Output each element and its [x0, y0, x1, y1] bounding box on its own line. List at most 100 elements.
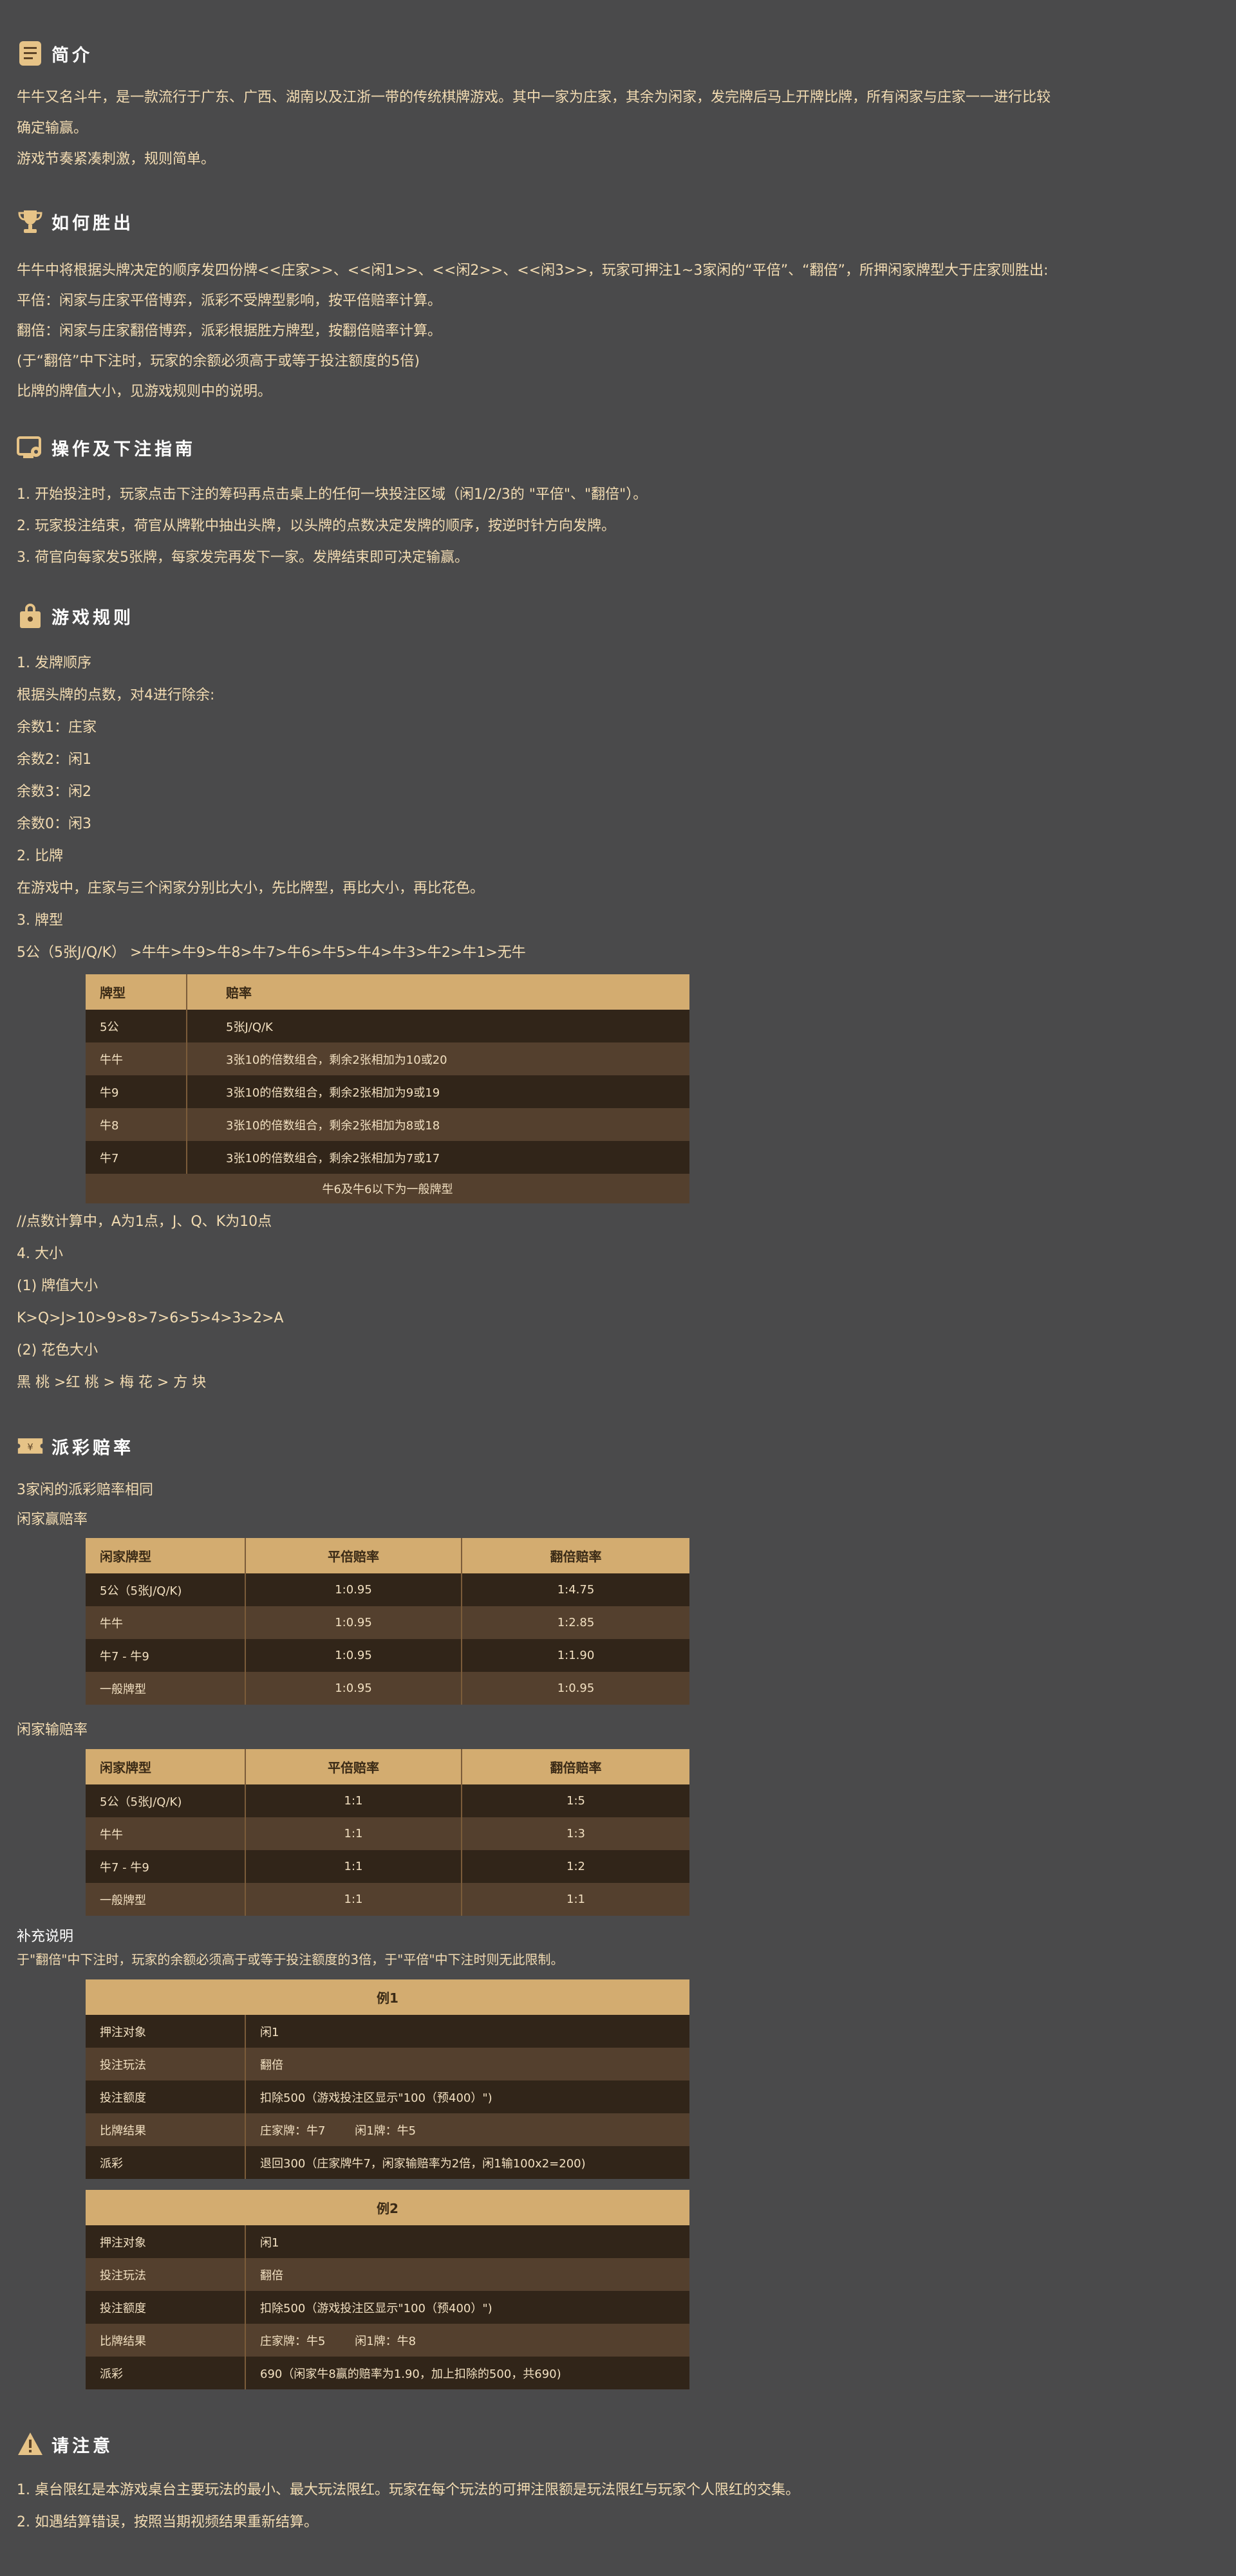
- table-row: 投注额度 扣除500（游戏投注区显示"100（预400）"): [86, 2080, 689, 2113]
- table-row: 比牌结果 庄家牌：牛5 闲1牌：牛8: [86, 2324, 689, 2357]
- howto-win-line: 比牌的牌值大小，见游戏规则中的说明。: [17, 384, 272, 400]
- rules-section: 游戏规则 1. 发牌顺序 根据头牌的点数，对4进行除余: 余数1：庄家 余数2：…: [17, 600, 1219, 969]
- table-cell: 扣除500（游戏投注区显示"100（预400）"): [245, 2080, 689, 2113]
- example-title: 例1: [86, 1979, 689, 2015]
- howto-win-line: 翻倍：闲家与庄家翻倍博弈，派彩根据胜方牌型，按翻倍赔率计算。: [17, 323, 442, 339]
- table-cell: 派彩: [86, 2146, 246, 2179]
- howto-win-section: 如何胜出 牛牛中将根据头牌决定的顺序发四份牌<<庄家>>、<<闲1>>、<<闲2…: [17, 205, 1219, 407]
- lose-odds-table: 闲家牌型 平倍赔率 翻倍赔率 5公（5张J/Q/K) 1:1 1:5 牛牛 1:…: [86, 1749, 689, 1916]
- table-cell: 庄家牌：牛7 闲1牌：牛5: [245, 2113, 689, 2146]
- document-icon: [17, 40, 44, 67]
- table-header: 闲家牌型: [86, 1538, 246, 1573]
- settings-screen-icon: [17, 434, 44, 461]
- table-cell: 牛牛: [86, 1606, 246, 1639]
- rules-line: 余数2：闲1: [17, 752, 91, 768]
- guide-title: 操作及下注指南: [52, 439, 196, 459]
- intro-line: 游戏节奏紧凑刺激，规则简单。: [17, 151, 216, 167]
- table-cell: 1:0.95: [462, 1672, 689, 1705]
- table-cell: 投注玩法: [86, 2258, 246, 2291]
- table-cell: 派彩: [86, 2357, 246, 2389]
- table-row: 押注对象 闲1: [86, 2225, 689, 2258]
- table-row: 一般牌型 1:1 1:1: [86, 1883, 689, 1916]
- table-cell: 5公（5张J/Q/K): [86, 1784, 246, 1817]
- hand-type-table: 牌型 赔率 5公 5张J/Q/K 牛牛 3张10的倍数组合，剩余2张相加为10或…: [86, 974, 689, 1203]
- rules-line: (1) 牌值大小: [17, 1278, 98, 1294]
- intro-line: 确定输赢。: [17, 120, 88, 136]
- rules-line: 黑 桃 >红 桃 > 梅 花 > 方 块: [17, 1375, 207, 1391]
- table-cell: 1:1: [245, 1817, 462, 1850]
- table-header: 闲家牌型: [86, 1749, 246, 1784]
- example-2-table: 例2 押注对象 闲1 投注玩法 翻倍 投注额度 扣除500（游戏投注区显示"10…: [86, 2190, 689, 2389]
- table-cell: 牛牛: [86, 1042, 187, 1075]
- howto-win-line: 平倍：闲家与庄家平倍博弈，派彩不受牌型影响，按平倍赔率计算。: [17, 293, 442, 309]
- rules-line: 3. 牌型: [17, 913, 63, 929]
- trophy-icon: [17, 208, 44, 235]
- rules-line: 余数0：闲3: [17, 816, 91, 832]
- table-header: 平倍赔率: [245, 1538, 462, 1573]
- table-row: 比牌结果 庄家牌：牛7 闲1牌：牛5: [86, 2113, 689, 2146]
- rules-line: 在游戏中，庄家与三个闲家分别比大小，先比牌型，再比大小，再比花色。: [17, 880, 485, 896]
- table-header: 牌型: [86, 974, 187, 1010]
- table-cell: 5张J/Q/K: [187, 1010, 689, 1042]
- table-row: 5公（5张J/Q/K) 1:1 1:5: [86, 1784, 689, 1817]
- table-cell: 3张10的倍数组合，剩余2张相加为9或19: [187, 1075, 689, 1108]
- table-cell: 闲1: [245, 2015, 689, 2048]
- table-row: 牛7 3张10的倍数组合，剩余2张相加为7或17: [86, 1141, 689, 1174]
- table-cell: 1:1: [245, 1850, 462, 1883]
- table-row: 牛牛 1:0.95 1:2.85: [86, 1606, 689, 1639]
- table-cell: 1:4.75: [462, 1573, 689, 1606]
- table-row: 牛7 - 牛9 1:0.95 1:1.90: [86, 1639, 689, 1672]
- table-cell: 翻倍: [245, 2258, 689, 2291]
- warning-icon: [17, 2431, 44, 2458]
- lock-book-icon: [17, 602, 44, 629]
- rules-line: 2. 比牌: [17, 848, 63, 864]
- lose-odds-label: 闲家输赔率: [17, 1722, 88, 1738]
- table-cell: 5公（5张J/Q/K): [86, 1573, 246, 1606]
- table-cell: 1:2: [462, 1850, 689, 1883]
- notice-title: 请注意: [52, 2436, 113, 2456]
- win-odds-label: 闲家赢赔率: [17, 1512, 88, 1528]
- table-cell: 投注额度: [86, 2291, 246, 2324]
- ticket-icon: ¥: [17, 1432, 44, 1459]
- table-cell: 1:1.90: [462, 1639, 689, 1672]
- table-row: 一般牌型 1:0.95 1:0.95: [86, 1672, 689, 1705]
- table-cell: 一般牌型: [86, 1672, 246, 1705]
- table-cell: 1:0.95: [245, 1672, 462, 1705]
- rules-title: 游戏规则: [52, 607, 134, 628]
- table-row: 5公（5张J/Q/K) 1:0.95 1:4.75: [86, 1573, 689, 1606]
- table-row: 5公 5张J/Q/K: [86, 1010, 689, 1042]
- table-footer: 牛6及牛6以下为一般牌型: [86, 1174, 689, 1203]
- rules-line: K>Q>J>10>9>8>7>6>5>4>3>2>A: [17, 1310, 284, 1326]
- table-cell: 1:0.95: [245, 1606, 462, 1639]
- intro-section: 简介 牛牛又名斗牛，是一款流行于广东、广西、湖南以及江浙一带的传统棋牌游戏。其中…: [17, 37, 1219, 175]
- rules-line: (2) 花色大小: [17, 1342, 98, 1358]
- table-cell: 1:0.95: [245, 1639, 462, 1672]
- table-cell: 牛7 - 牛9: [86, 1639, 246, 1672]
- table-row: 牛牛 1:1 1:3: [86, 1817, 689, 1850]
- table-cell: 1:1: [245, 1784, 462, 1817]
- table-cell: 庄家牌：牛5 闲1牌：牛8: [245, 2324, 689, 2357]
- table-row: 投注玩法 翻倍: [86, 2258, 689, 2291]
- table-row: 派彩 退回300（庄家牌牛7，闲家输赔率为2倍，闲1输100x2=200): [86, 2146, 689, 2179]
- table-row: 牛7 - 牛9 1:1 1:2: [86, 1850, 689, 1883]
- guide-section: 操作及下注指南 1. 开始投注时，玩家点击下注的筹码再点击桌上的任何一块投注区域…: [17, 431, 1219, 573]
- howto-win-line: 牛牛中将根据头牌决定的顺序发四份牌<<庄家>>、<<闲1>>、<<闲2>>、<<…: [17, 263, 1049, 279]
- table-cell: 投注玩法: [86, 2048, 246, 2080]
- rules-line: //点数计算中，A为1点，J、Q、K为10点: [17, 1214, 272, 1230]
- payout-section: ¥ 派彩赔率 3家闲的派彩赔率相同 闲家赢赔率: [17, 1430, 1219, 1535]
- table-row: 投注额度 扣除500（游戏投注区显示"100（预400）"): [86, 2291, 689, 2324]
- rules-line: 根据头牌的点数，对4进行除余:: [17, 687, 215, 703]
- table-cell: 1:1: [245, 1883, 462, 1916]
- table-cell: 比牌结果: [86, 2113, 246, 2146]
- table-footer-row: 牛6及牛6以下为一般牌型: [86, 1174, 689, 1203]
- table-cell: 5公: [86, 1010, 187, 1042]
- table-cell: 闲1: [245, 2225, 689, 2258]
- table-row: 牛8 3张10的倍数组合，剩余2张相加为8或18: [86, 1108, 689, 1141]
- guide-line: 2. 玩家投注结束，荷官从牌靴中抽出头牌，以头牌的点数决定发牌的顺序，按逆时针方…: [17, 518, 615, 534]
- howto-win-title: 如何胜出: [52, 213, 134, 234]
- table-row: 派彩 690（闲家牛8赢的赔率为1.90，加上扣除的500，共690): [86, 2357, 689, 2389]
- notice-line: 1. 桌台限红是本游戏桌台主要玩法的最小、最大玩法限红。玩家在每个玩法的可押注限…: [17, 2482, 800, 2498]
- notice-section: 请注意 1. 桌台限红是本游戏桌台主要玩法的最小、最大玩法限红。玩家在每个玩法的…: [17, 2428, 1219, 2539]
- table-cell: 3张10的倍数组合，剩余2张相加为7或17: [187, 1141, 689, 1174]
- rules-line: 5公（5张J/Q/K） >牛牛>牛9>牛8>牛7>牛6>牛5>牛4>牛3>牛2>…: [17, 945, 526, 961]
